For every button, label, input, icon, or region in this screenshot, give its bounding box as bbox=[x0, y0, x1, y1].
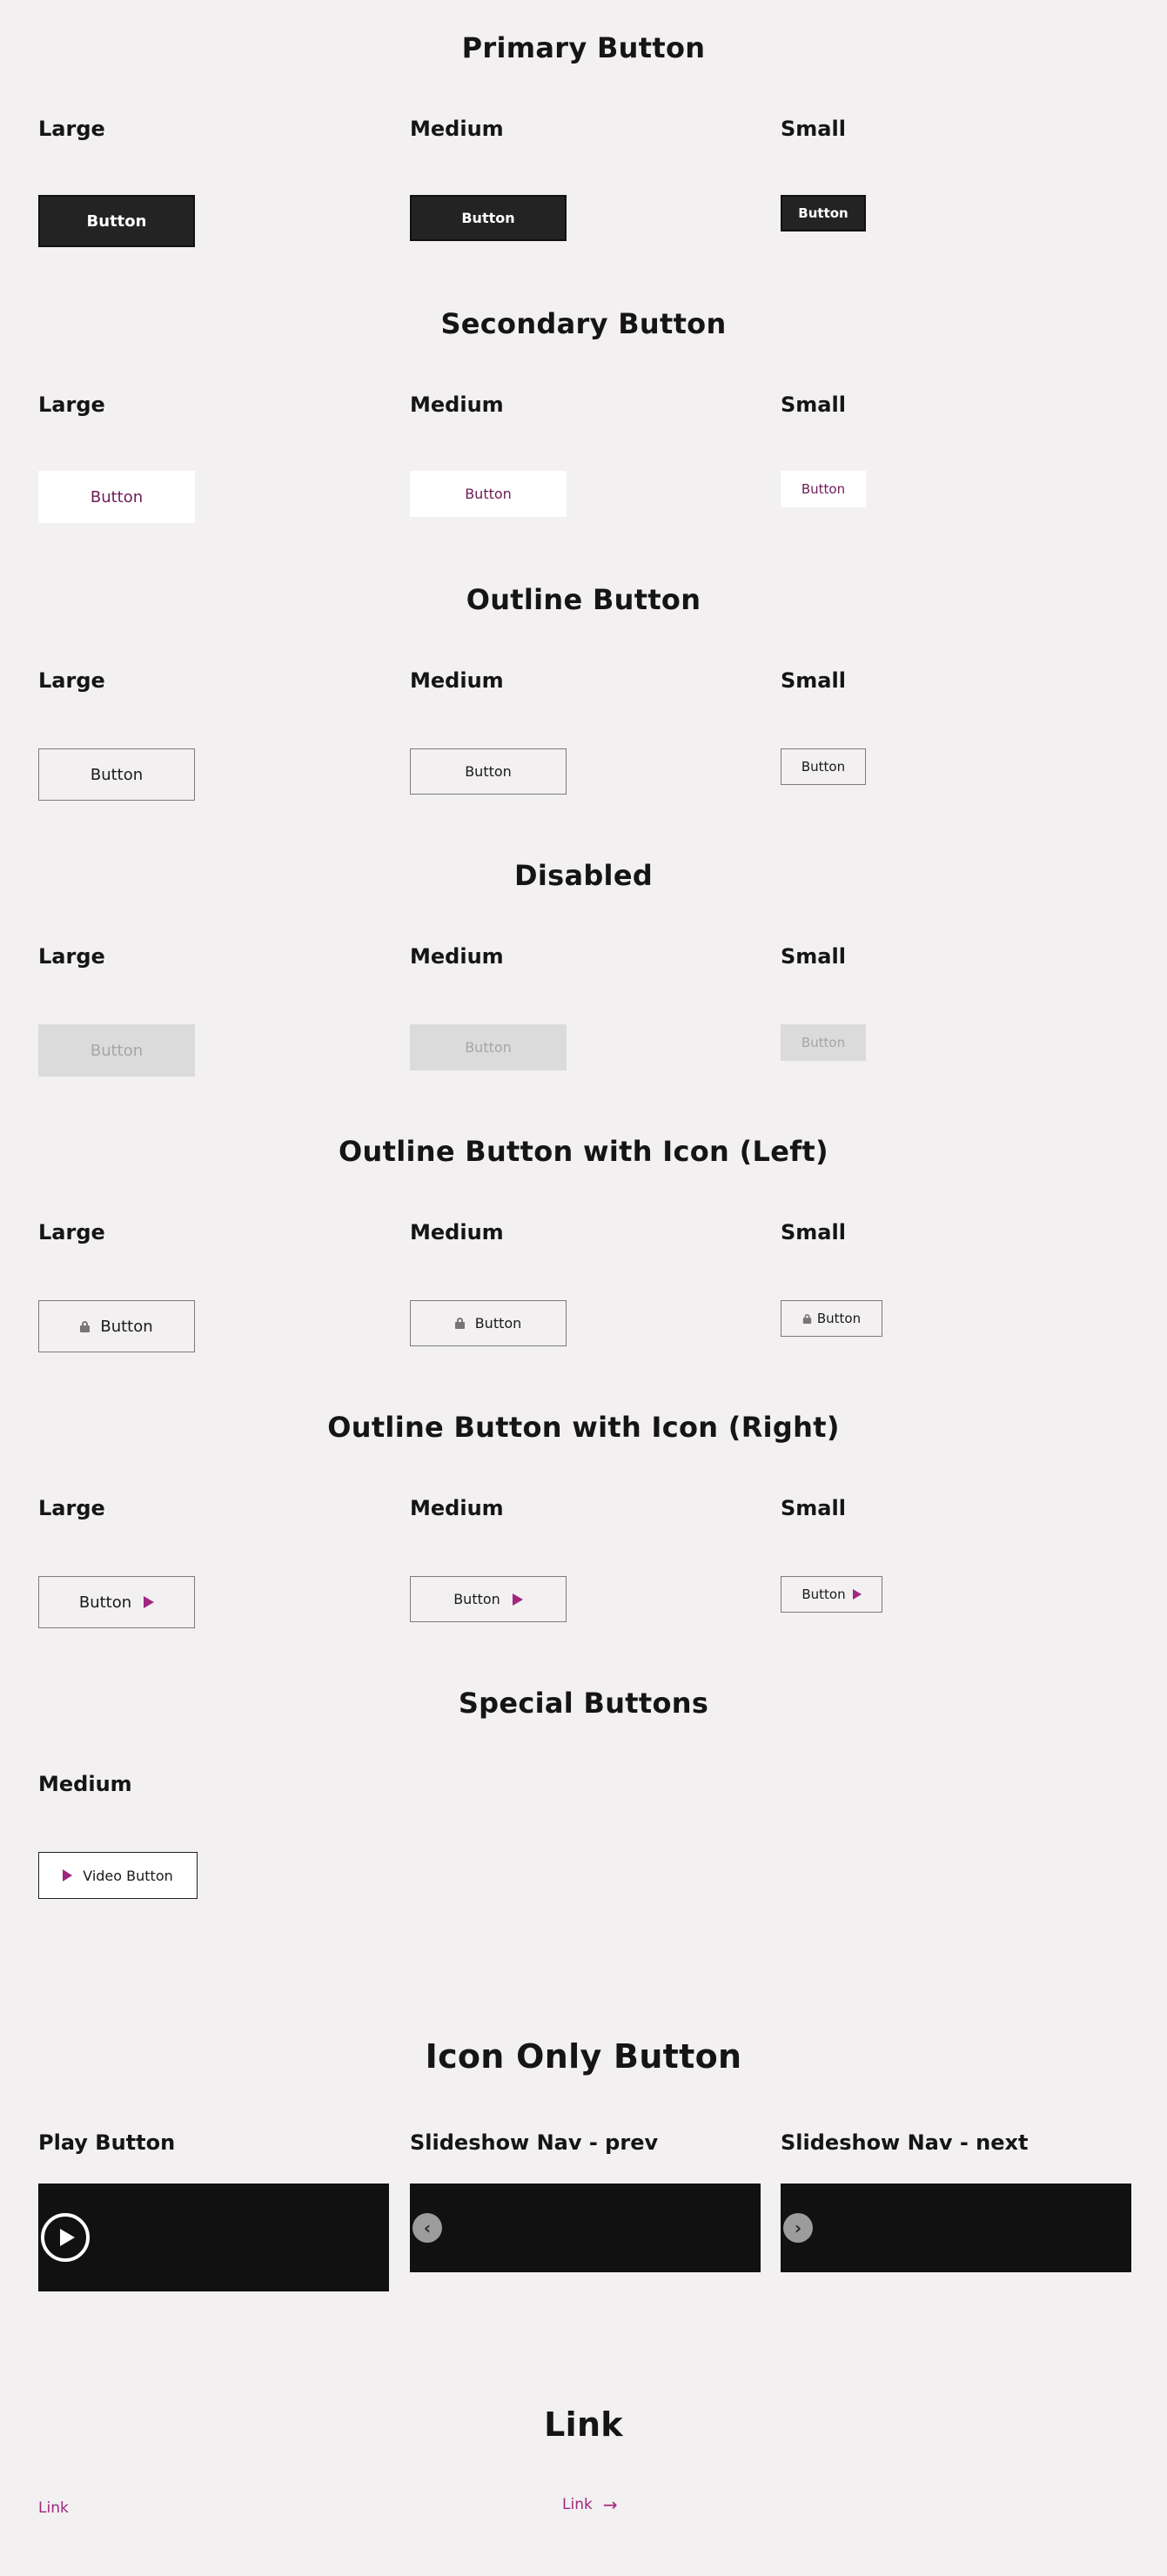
arrow-right-icon: → bbox=[602, 2494, 618, 2515]
section-title-icon-right: Outline Button with Icon (Right) bbox=[327, 1411, 840, 1444]
lock-icon bbox=[802, 1313, 812, 1324]
play-icon bbox=[852, 1589, 862, 1600]
play-icon bbox=[63, 1869, 73, 1882]
outline-button-small[interactable]: Button bbox=[781, 748, 866, 785]
chevron-left-icon: ‹ bbox=[423, 2217, 432, 2238]
size-label-small: Small bbox=[781, 117, 846, 141]
button-label: Button bbox=[453, 1591, 500, 1607]
secondary-button-small[interactable]: Button bbox=[781, 471, 866, 507]
slideshow-next-preview: › bbox=[781, 2184, 1131, 2272]
size-label-small: Small bbox=[781, 1496, 846, 1520]
video-button[interactable]: Video Button bbox=[38, 1852, 198, 1899]
icon-right-button-small[interactable]: Button bbox=[781, 1576, 882, 1613]
size-label-small: Small bbox=[781, 392, 846, 417]
size-label-small: Small bbox=[781, 944, 846, 969]
section-title-icon-left: Outline Button with Icon (Left) bbox=[339, 1135, 828, 1168]
size-label-medium: Medium bbox=[410, 392, 504, 417]
disabled-button-large: Button bbox=[38, 1024, 195, 1077]
size-label-large: Large bbox=[38, 944, 105, 969]
play-icon bbox=[144, 1596, 155, 1608]
arrow-link-label: Link bbox=[562, 2496, 593, 2513]
section-title-secondary: Secondary Button bbox=[440, 307, 727, 340]
secondary-button-medium[interactable]: Button bbox=[410, 471, 567, 517]
icon-left-button-medium[interactable]: Button bbox=[410, 1300, 567, 1346]
plain-link[interactable]: Link bbox=[38, 2499, 69, 2517]
icon-right-button-large[interactable]: Button bbox=[38, 1576, 195, 1628]
disabled-button-medium: Button bbox=[410, 1024, 567, 1070]
section-title-link: Link bbox=[544, 2405, 623, 2444]
play-button-preview bbox=[38, 2184, 389, 2291]
slideshow-prev-button[interactable]: ‹ bbox=[412, 2213, 442, 2243]
play-icon bbox=[512, 1593, 523, 1606]
outline-button-large[interactable]: Button bbox=[38, 748, 195, 801]
size-label-large: Large bbox=[38, 392, 105, 417]
button-label: Button bbox=[474, 1315, 522, 1332]
arrow-link[interactable]: Link → bbox=[562, 2494, 618, 2515]
section-title-special: Special Buttons bbox=[458, 1687, 709, 1720]
button-label: Button bbox=[801, 1587, 846, 1602]
section-title-disabled: Disabled bbox=[513, 859, 654, 892]
slideshow-prev-label: Slideshow Nav - prev bbox=[410, 2130, 659, 2155]
icon-left-button-small[interactable]: Button bbox=[781, 1300, 882, 1337]
size-label-medium: Medium bbox=[410, 1496, 504, 1520]
size-label-medium: Medium bbox=[410, 668, 504, 693]
button-label: Button bbox=[78, 1593, 132, 1612]
section-title-outline: Outline Button bbox=[466, 583, 701, 616]
primary-button-large[interactable]: Button bbox=[38, 195, 195, 247]
lock-icon bbox=[80, 1320, 91, 1332]
size-label-medium: Medium bbox=[38, 1772, 132, 1796]
size-label-medium: Medium bbox=[410, 117, 504, 141]
outline-button-medium[interactable]: Button bbox=[410, 748, 567, 795]
play-circle-button[interactable] bbox=[41, 2213, 90, 2262]
size-label-medium: Medium bbox=[410, 1220, 504, 1244]
play-button-label: Play Button bbox=[38, 2130, 176, 2155]
primary-button-small[interactable]: Button bbox=[781, 195, 866, 231]
section-title-icon-only: Icon Only Button bbox=[425, 2037, 742, 2076]
chevron-right-icon: › bbox=[794, 2217, 802, 2238]
size-label-large: Large bbox=[38, 1496, 105, 1520]
slideshow-next-label: Slideshow Nav - next bbox=[781, 2130, 1029, 2155]
size-label-small: Small bbox=[781, 1220, 846, 1244]
size-label-large: Large bbox=[38, 668, 105, 693]
disabled-button-small: Button bbox=[781, 1024, 866, 1061]
size-label-large: Large bbox=[38, 1220, 105, 1244]
size-label-large: Large bbox=[38, 117, 105, 141]
size-label-medium: Medium bbox=[410, 944, 504, 969]
section-title-primary: Primary Button bbox=[461, 31, 706, 64]
icon-left-button-large[interactable]: Button bbox=[38, 1300, 195, 1352]
video-button-label: Video Button bbox=[83, 1867, 173, 1884]
play-icon bbox=[60, 2229, 75, 2246]
button-label: Button bbox=[100, 1317, 153, 1336]
secondary-button-large[interactable]: Button bbox=[38, 471, 195, 523]
button-label: Button bbox=[816, 1311, 862, 1326]
primary-button-medium[interactable]: Button bbox=[410, 195, 567, 241]
slideshow-next-button[interactable]: › bbox=[783, 2213, 813, 2243]
slideshow-prev-preview: ‹ bbox=[410, 2184, 761, 2272]
lock-icon bbox=[454, 1318, 465, 1329]
icon-right-button-medium[interactable]: Button bbox=[410, 1576, 567, 1622]
size-label-small: Small bbox=[781, 668, 846, 693]
